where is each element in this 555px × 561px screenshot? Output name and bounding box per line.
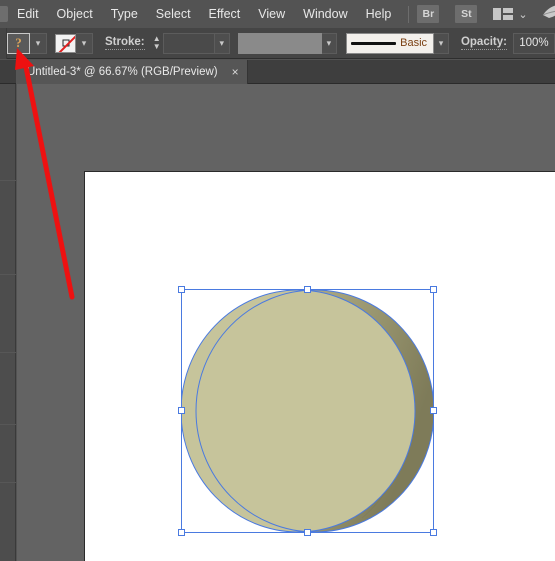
variable-width-profile-select[interactable] [237,32,322,54]
illustrator-logo-icon [0,6,8,22]
fill-control-group: ? ▾ [7,32,47,54]
menu-item-select[interactable]: Select [147,4,200,25]
rocket-power-icon[interactable] [541,5,555,23]
stroke-none-icon[interactable] [55,33,76,53]
control-bar-grip[interactable] [0,27,7,59]
workspace-layout-icon[interactable] [493,5,514,23]
artwork-front-face [181,289,416,533]
tools-panel-strip[interactable] [0,84,16,561]
brush-definition-label: Basic [400,37,428,49]
fill-dropdown-chevron-down-icon[interactable]: ▾ [30,32,47,54]
menu-item-effect[interactable]: Effect [200,4,250,25]
stock-icon-label: St [455,5,478,23]
tools-panel-divider [0,352,16,353]
canvas-area[interactable] [17,84,555,561]
fill-swatch-icon[interactable]: ? [7,32,30,54]
tools-panel-divider [0,424,16,425]
document-tab-title: Untitled-3* @ 66.67% (RGB/Preview) [27,66,218,78]
variable-width-profile-chevron-down-icon[interactable]: ▾ [321,32,337,54]
document-tab-bar: Untitled-3* @ 66.67% (RGB/Preview) × [0,60,555,84]
menu-item-view[interactable]: View [249,4,294,25]
opacity-input[interactable]: 100% [512,32,555,54]
stroke-weight-chevron-down-icon[interactable]: ▾ [214,32,230,54]
document-tab[interactable]: Untitled-3* @ 66.67% (RGB/Preview) × [16,60,248,84]
menubar-divider [408,5,410,23]
menu-item-help[interactable]: Help [357,4,401,25]
tools-panel-divider [0,482,16,483]
brush-stroke-icon [350,41,397,45]
brush-definition-chevron-down-icon[interactable]: ▾ [434,32,449,54]
artwork-extruded-circle-3d[interactable] [181,289,434,533]
opacity-label[interactable]: Opacity: [460,36,507,51]
illustrator-window: Edit Object Type Select Effect View Wind… [0,0,555,561]
menu-bar: Edit Object Type Select Effect View Wind… [0,0,555,28]
stroke-none-slash [56,34,75,52]
stroke-weight-label[interactable]: Stroke: [105,36,145,51]
menu-item-object[interactable]: Object [48,4,102,25]
tools-panel-divider [0,180,16,181]
stock-icon[interactable]: St [455,5,493,23]
bridge-icon-label: Br [417,5,440,23]
bridge-icon[interactable]: Br [417,5,455,23]
stroke-color-control-group: ▾ [55,32,93,54]
stroke-weight-stepper-updown-icon[interactable]: ▲ ▼ [150,32,163,54]
menu-item-window[interactable]: Window [294,4,356,25]
control-bar: ? ▾ ▾ Stroke: ▲ ▼ ▾ ▾ Basic ▾ Opacity: 1… [0,27,555,59]
menu-item-type[interactable]: Type [102,4,147,25]
stroke-weight-input[interactable] [162,32,215,54]
stroke-dropdown-chevron-down-icon[interactable]: ▾ [76,32,93,54]
close-icon[interactable]: × [232,66,239,78]
brush-definition-select[interactable]: Basic [345,32,435,54]
menu-item-edit[interactable]: Edit [8,4,48,25]
tools-panel-divider [0,274,16,275]
chevron-down-icon[interactable]: ⌄ [518,5,527,23]
stepper-down-arrow: ▼ [152,42,161,51]
